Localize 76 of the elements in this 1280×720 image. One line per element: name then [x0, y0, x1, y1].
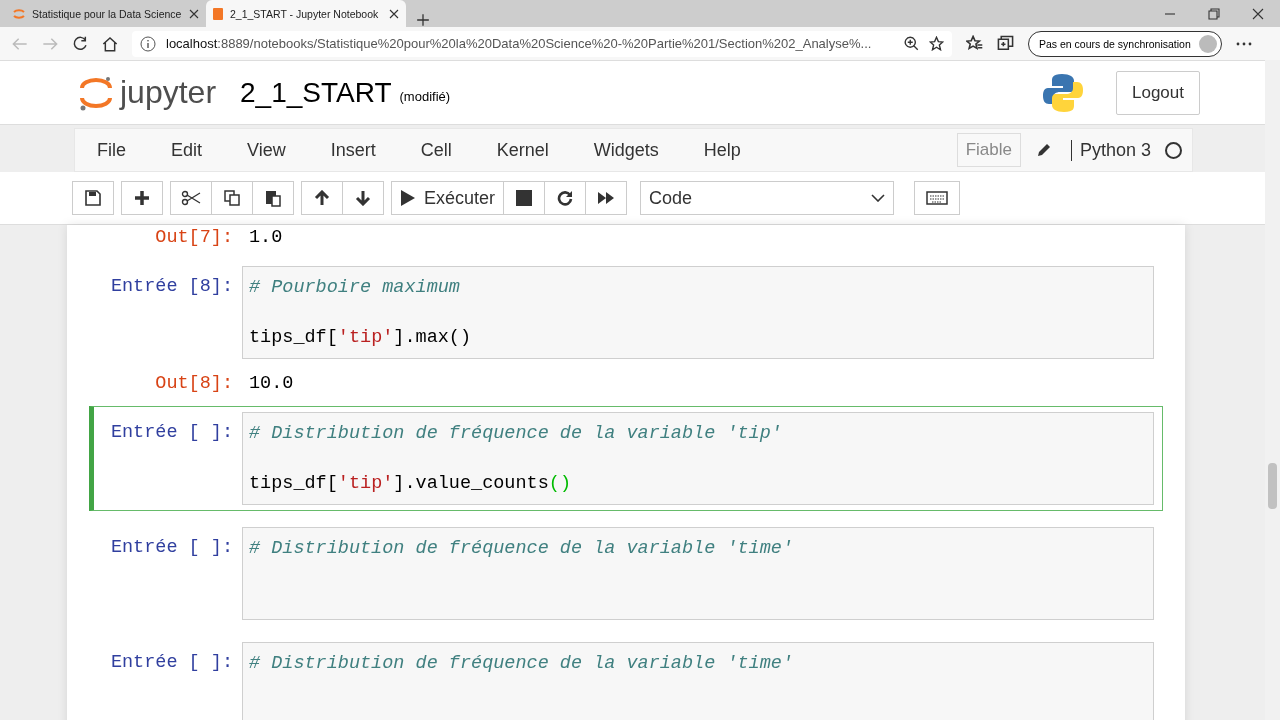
- menu-item[interactable]: Cell: [420, 139, 452, 161]
- input-prompt: Entrée [ ]:: [109, 651, 234, 675]
- python-logo-icon: [1042, 71, 1084, 114]
- menu-item[interactable]: Kernel: [496, 139, 549, 161]
- arrow-down-icon: [355, 190, 371, 206]
- cut-button[interactable]: [170, 181, 212, 215]
- run-all-button[interactable]: [585, 181, 628, 215]
- output-prompt: Out[8]:: [154, 373, 234, 394]
- favorites-list-icon[interactable]: [966, 35, 983, 52]
- stop-button[interactable]: [503, 181, 546, 215]
- output-text: 10.0: [248, 373, 294, 394]
- logo-text: jupyter: [120, 74, 217, 111]
- zoom-in-icon[interactable]: [904, 36, 919, 51]
- close-icon[interactable]: [388, 7, 400, 20]
- browser-tab[interactable]: 2_1_START - Jupyter Notebook: [206, 0, 406, 27]
- reload-icon[interactable]: [72, 35, 88, 52]
- keyboard-icon: [926, 191, 949, 205]
- code-cell[interactable]: Entrée [ ]: # Distribution de fréquence de la variable 'tip' tips_df['tip'].value_counts(): [89, 406, 1163, 511]
- info-icon: [140, 35, 156, 52]
- close-icon[interactable]: [188, 7, 200, 20]
- code-cell[interactable]: Entrée [ ]: # Distribution de fréquence de la variable 'time': [89, 636, 1163, 720]
- fast-forward-icon: [597, 191, 616, 205]
- stop-icon: [516, 190, 533, 206]
- close-icon[interactable]: [1252, 7, 1264, 20]
- restore-icon[interactable]: [1208, 7, 1220, 20]
- code-cell-input[interactable]: # Distribution de fréquence de la variable 'time': [242, 527, 1154, 620]
- output-prompt: Out[7]:: [154, 227, 234, 248]
- chevron-down-icon: [871, 194, 886, 202]
- code-cell-input[interactable]: # Distribution de fréquence de la variable 'tip' tips_df['tip'].value_counts(): [242, 412, 1154, 505]
- copy-icon: [223, 189, 241, 207]
- book-icon: [212, 6, 224, 21]
- save-button[interactable]: [72, 181, 114, 215]
- menu-item[interactable]: Widgets: [593, 139, 659, 161]
- home-icon[interactable]: [102, 35, 118, 52]
- kernel-name: Python 3: [1070, 139, 1151, 161]
- menu-item[interactable]: Insert: [330, 139, 376, 161]
- notebook-title[interactable]: 2_1_START: [240, 76, 392, 109]
- move-up-button[interactable]: [301, 181, 343, 215]
- code-cell[interactable]: Entrée [ ]: # Distribution de fréquence de la variable 'time': [89, 521, 1163, 626]
- menu-item[interactable]: Help: [703, 139, 741, 161]
- more-icon[interactable]: [1235, 41, 1252, 46]
- code-cell-input[interactable]: # Pourboire maximum tips_df['tip'].max(): [242, 266, 1154, 359]
- code-cell[interactable]: Entrée [8]: # Pourboire maximum tips_df['tip'].max(): [89, 260, 1163, 365]
- code-cell-input[interactable]: # Distribution de fréquence de la variable 'time': [242, 642, 1154, 720]
- menu-item[interactable]: Edit: [171, 139, 203, 161]
- input-prompt: Entrée [ ]:: [109, 421, 234, 445]
- insert-cell-button[interactable]: [121, 181, 163, 215]
- address-bar[interactable]: localhost:8889/notebooks/Statistique%20pour%20la%20Data%20Science%20-%20Partie%201/Section%202_Analyse%...: [132, 30, 952, 57]
- keyboard-button[interactable]: [914, 181, 961, 215]
- input-prompt: Entrée [8]:: [109, 275, 234, 299]
- move-down-button[interactable]: [342, 181, 384, 215]
- save-status: (modifié): [399, 89, 451, 104]
- run-button[interactable]: Exécuter: [391, 181, 505, 215]
- restart-button[interactable]: [544, 181, 587, 215]
- scissors-icon: [181, 190, 201, 206]
- menu-item[interactable]: File: [97, 139, 126, 161]
- paste-button[interactable]: [252, 181, 294, 215]
- plus-icon: [134, 190, 150, 206]
- logout-button[interactable]: Logout: [1116, 70, 1200, 115]
- save-icon: [84, 189, 102, 207]
- star-icon[interactable]: [929, 36, 944, 51]
- output-text: 1.0: [248, 227, 283, 248]
- input-prompt: Entrée [ ]:: [109, 536, 234, 560]
- profile-button[interactable]: Pas en cours de synchronisation: [1028, 30, 1222, 57]
- collections-icon[interactable]: [997, 35, 1014, 52]
- clipboard-icon: [264, 189, 282, 207]
- copy-button[interactable]: [211, 181, 253, 215]
- play-icon: [400, 189, 416, 207]
- arrow-up-icon: [314, 190, 330, 206]
- jupyter-logo-icon: [12, 6, 26, 21]
- restart-icon: [557, 190, 574, 206]
- cell-type-select[interactable]: Code: [640, 181, 895, 215]
- browser-tab[interactable]: Statistique pour la Data Science: [6, 0, 206, 27]
- plus-icon[interactable]: [416, 13, 430, 27]
- menu-item[interactable]: View: [247, 139, 286, 161]
- kernel-status-icon: [1165, 141, 1182, 159]
